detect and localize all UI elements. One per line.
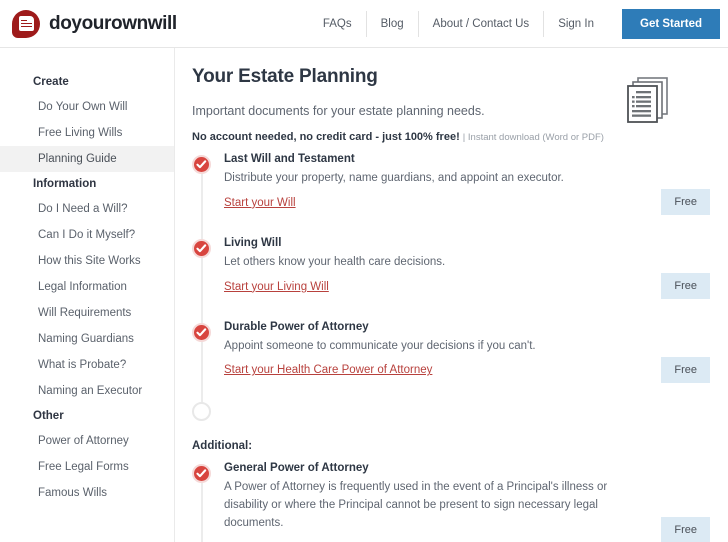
empty-circle-icon[interactable] (192, 402, 211, 422)
main-navigation: FAQs Blog About / Contact Us Sign In Get… (309, 0, 720, 48)
additional-section-label: Additional: (192, 440, 253, 453)
instant-download-note: | Instant download (Word or PDF) (462, 132, 604, 143)
sidebar-item-planning-guide[interactable]: Planning Guide (0, 146, 174, 172)
sidebar-item-naming-guardians[interactable]: Naming Guardians (0, 326, 174, 352)
sidebar: Create Do Your Own Will Free Living Will… (0, 48, 175, 542)
free-offer-text: No account needed, no credit card - just… (192, 131, 460, 143)
item-description: Appoint someone to communicate your deci… (224, 339, 536, 352)
item-description: Let others know your health care decisio… (224, 255, 446, 268)
check-circle-icon[interactable] (192, 155, 211, 174)
brand-name: doyourownwill (49, 12, 177, 34)
nav-blog[interactable]: Blog (367, 10, 418, 38)
timeline-item-durable-poa: Durable Power of Attorney Appoint someon… (192, 320, 710, 383)
check-circle-icon[interactable] (192, 464, 211, 484)
item-title: Living Will (224, 236, 282, 249)
timeline-end-marker (192, 400, 706, 426)
price-badge: Free (661, 517, 710, 542)
check-circle-icon[interactable] (192, 238, 211, 258)
sidebar-item-naming-an-executor[interactable]: Naming an Executor (0, 378, 174, 404)
sidebar-item-do-your-own-will[interactable]: Do Your Own Will (0, 94, 174, 120)
sidebar-item-can-i-do-it-myself[interactable]: Can I Do it Myself? (0, 222, 174, 248)
sidebar-item-how-this-site-works[interactable]: How this Site Works (0, 248, 174, 274)
main-content: Your Estate Planning Important documents… (175, 48, 728, 542)
sidebar-item-will-requirements[interactable]: Will Requirements (0, 300, 174, 326)
brand-logo[interactable]: doyourownwill (12, 9, 177, 38)
timeline-item-last-will: Last Will and Testament Distribute your … (192, 153, 710, 215)
documents-stack-icon (627, 77, 668, 123)
price-badge: Free (661, 189, 710, 215)
sidebar-group-create: Create (33, 76, 69, 88)
item-title: General Power of Attorney (224, 462, 369, 475)
price-badge: Free (661, 272, 710, 299)
site-header: doyourownwill FAQs Blog About / Contact … (0, 0, 728, 48)
documents-timeline: Last Will and Testament Distribute your … (192, 153, 710, 426)
free-offer-line: No account needed, no credit card - just… (192, 131, 706, 143)
item-description: Distribute your property, name guardians… (224, 172, 564, 184)
item-description: A Power of Attorney is frequently used i… (224, 481, 608, 530)
timeline-item-general-poa: General Power of Attorney A Power of Att… (192, 462, 710, 542)
start-your-living-will-link[interactable]: Start your Living Will (224, 281, 329, 293)
sidebar-item-power-of-attorney[interactable]: Power of Attorney (0, 428, 174, 454)
item-title: Last Will and Testament (224, 153, 355, 165)
nav-about-contact[interactable]: About / Contact Us (419, 10, 544, 38)
item-title: Durable Power of Attorney (224, 320, 369, 333)
start-your-will-link[interactable]: Start your Will (224, 197, 296, 209)
timeline-item-living-will: Living Will Let others know your health … (192, 236, 710, 299)
sidebar-item-free-legal-forms[interactable]: Free Legal Forms (0, 454, 174, 480)
page-body: Create Do Your Own Will Free Living Will… (0, 48, 728, 542)
additional-timeline: General Power of Attorney A Power of Att… (192, 462, 710, 542)
sidebar-group-information: Information (33, 178, 97, 190)
start-your-health-care-poa-link[interactable]: Start your Health Care Power of Attorney (224, 364, 432, 376)
get-started-button[interactable]: Get Started (622, 8, 720, 39)
nav-sign-in[interactable]: Sign In (544, 10, 608, 38)
sidebar-item-do-i-need-a-will[interactable]: Do I Need a Will? (0, 196, 174, 222)
document-logo-icon (12, 9, 40, 38)
sidebar-item-famous-wills[interactable]: Famous Wills (0, 480, 174, 506)
price-badge: Free (661, 356, 710, 383)
sidebar-item-free-living-wills[interactable]: Free Living Wills (0, 120, 174, 146)
nav-faqs[interactable]: FAQs (309, 10, 366, 38)
sidebar-group-other: Other (33, 410, 64, 422)
sidebar-item-what-is-probate[interactable]: What is Probate? (0, 352, 174, 378)
sidebar-item-legal-information[interactable]: Legal Information (0, 274, 174, 300)
check-circle-icon[interactable] (192, 322, 211, 342)
